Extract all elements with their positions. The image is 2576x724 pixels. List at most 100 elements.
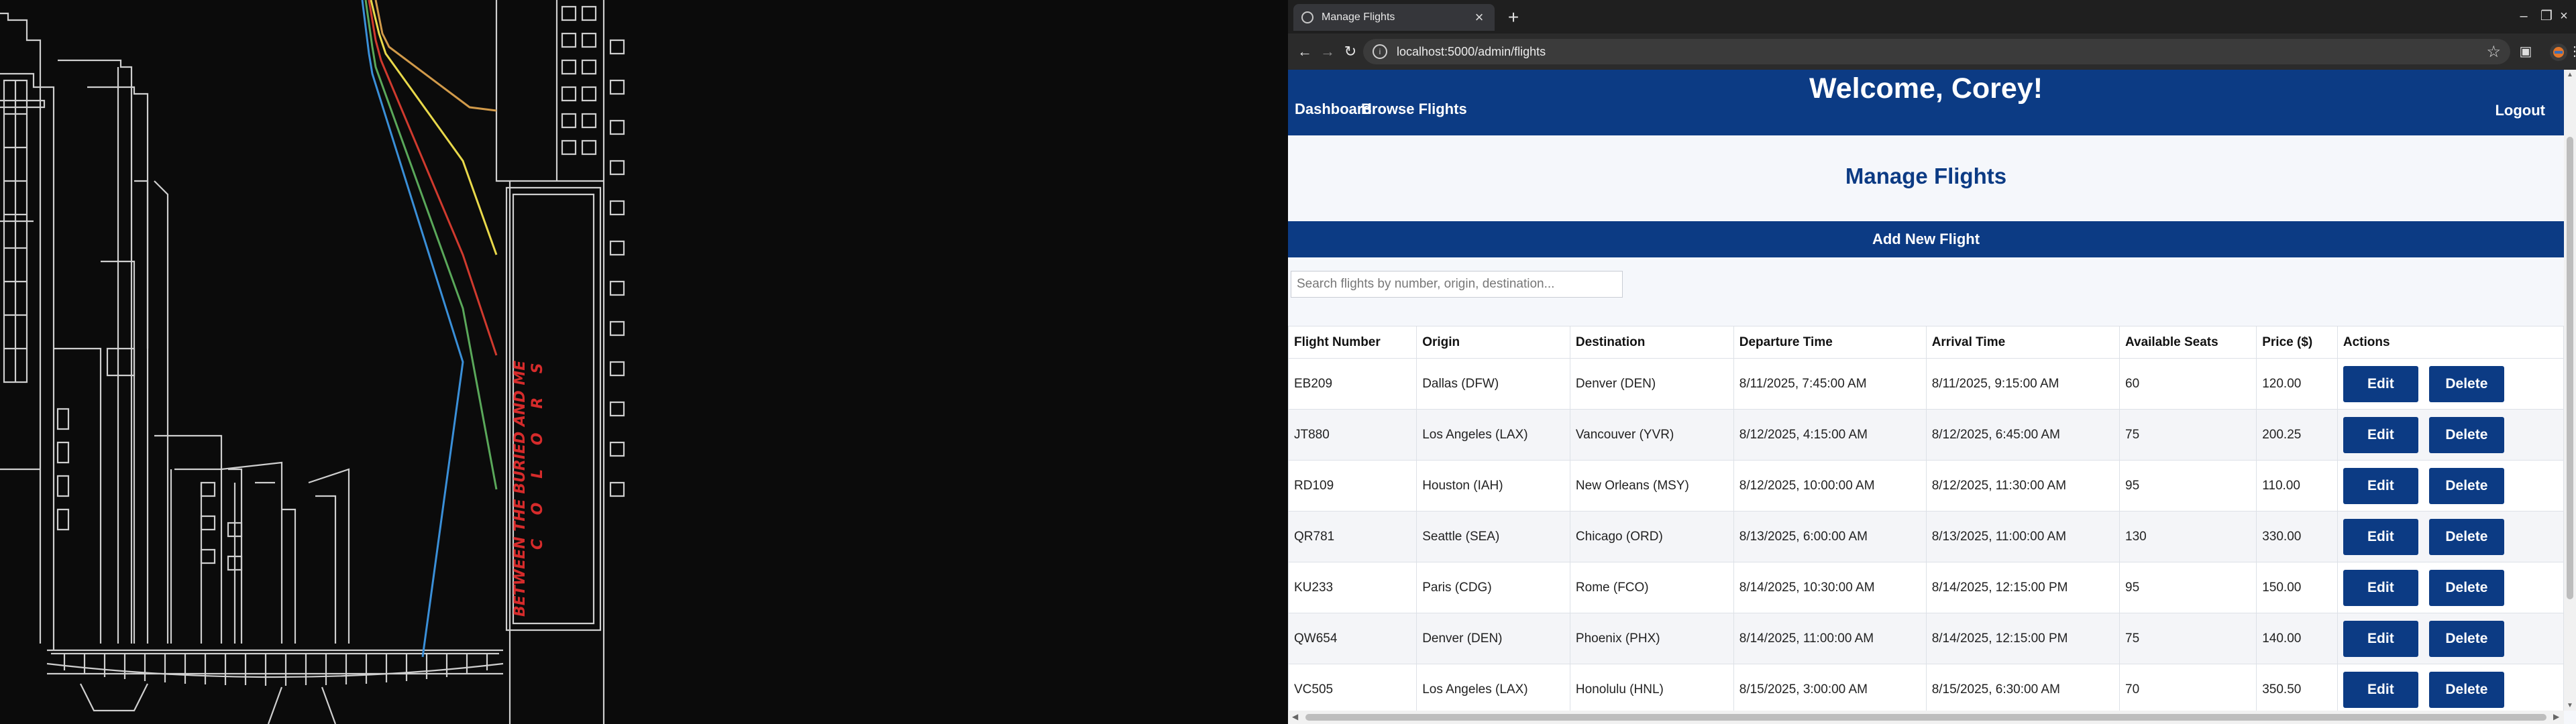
price-cell: 350.50 — [2256, 664, 2338, 711]
new-tab-button[interactable]: + — [1503, 7, 1524, 28]
price-cell: 140.00 — [2256, 613, 2338, 664]
delete-button[interactable]: Delete — [2428, 416, 2504, 453]
origin-cell: Houston (IAH) — [1416, 460, 1570, 511]
destination-cell: Chicago (ORD) — [1569, 511, 1734, 562]
scroll-down-icon[interactable]: ▼ — [2564, 702, 2576, 709]
browser-window: Manage Flights × + – ❐ × ← → ↻ i localho… — [1288, 0, 2576, 724]
scroll-up-icon[interactable]: ▲ — [2564, 71, 2576, 78]
url-text[interactable]: localhost:5000/admin/flights — [1397, 45, 2486, 59]
tab-strip: Manage Flights × + – ❐ × — [1288, 0, 2576, 34]
table-row: JT880 Los Angeles (LAX) Vancouver (YVR) … — [1288, 409, 2564, 461]
actions-cell: Edit Delete — [2337, 613, 2564, 664]
actions-cell: Edit Delete — [2337, 562, 2564, 613]
vertical-scroll-thumb[interactable] — [2567, 137, 2573, 599]
flight-search-input[interactable] — [1291, 271, 1623, 298]
reload-icon[interactable]: ↻ — [1339, 40, 1362, 63]
departure-time-cell: 8/12/2025, 10:00:00 AM — [1733, 460, 1927, 511]
edit-button[interactable]: Edit — [2343, 416, 2418, 453]
horizontal-scroll-thumb[interactable] — [1305, 714, 2546, 721]
destination-cell: New Orleans (MSY) — [1569, 460, 1734, 511]
delete-button[interactable]: Delete — [2428, 365, 2504, 402]
origin-cell: Los Angeles (LAX) — [1416, 409, 1570, 461]
available-seats-cell: 95 — [2118, 562, 2257, 613]
flight-number-cell: EB209 — [1288, 358, 1417, 410]
site-navbar: Dashboard Browse Flights Welcome, Corey!… — [1288, 70, 2564, 135]
flight-number-cell: QR781 — [1288, 511, 1417, 562]
edit-button[interactable]: Edit — [2343, 518, 2418, 555]
delete-button[interactable]: Delete — [2428, 671, 2504, 708]
departure-time-cell: 8/13/2025, 6:00:00 AM — [1733, 511, 1927, 562]
logout-link[interactable]: Logout — [2495, 102, 2545, 119]
table-row: QW654 Denver (DEN) Phoenix (PHX) 8/14/20… — [1288, 613, 2564, 664]
flight-number-cell: QW654 — [1288, 613, 1417, 664]
delete-button[interactable]: Delete — [2428, 620, 2504, 657]
horizontal-scrollbar[interactable]: ◀ ▶ — [1288, 711, 2564, 724]
column-header: Destination — [1569, 326, 1734, 359]
edit-button[interactable]: Edit — [2343, 365, 2418, 402]
back-arrow-icon[interactable]: ← — [1293, 40, 1316, 63]
page-title: Manage Flights — [1845, 164, 2007, 188]
desktop-wallpaper: BETWEEN THE BURIED AND ME C O L O R S — [0, 0, 1288, 724]
close-window-button[interactable]: × — [2551, 5, 2576, 27]
edit-button[interactable]: Edit — [2343, 467, 2418, 504]
extension-icon[interactable] — [2549, 43, 2568, 62]
column-header: Origin — [1416, 326, 1570, 359]
tab-title: Manage Flights — [1322, 11, 1395, 23]
column-header: Actions — [2337, 326, 2564, 359]
destination-cell: Rome (FCO) — [1569, 562, 1734, 613]
scroll-right-icon[interactable]: ▶ — [2553, 712, 2559, 721]
wallpaper-skyline-art: BETWEEN THE BURIED AND ME C O L O R S — [0, 0, 625, 724]
table-row: RD109 Houston (IAH) New Orleans (MSY) 8/… — [1288, 460, 2564, 511]
menu-dots-icon[interactable]: ⋮ — [2568, 42, 2576, 62]
flights-table: Flight Number Origin Destination Departu… — [1288, 326, 2564, 711]
site-info-icon[interactable]: i — [1373, 44, 1387, 59]
edit-button[interactable]: Edit — [2343, 569, 2418, 606]
delete-button[interactable]: Delete — [2428, 569, 2504, 606]
column-header: Departure Time — [1733, 326, 1927, 359]
tab-manage-flights[interactable]: Manage Flights × — [1293, 4, 1495, 31]
actions-cell: Edit Delete — [2337, 460, 2564, 511]
departure-time-cell: 8/14/2025, 10:30:00 AM — [1733, 562, 1927, 613]
arrival-time-cell: 8/14/2025, 12:15:00 PM — [1925, 613, 2121, 664]
add-new-flight-button[interactable]: Add New Flight — [1288, 221, 2564, 257]
address-bar[interactable]: i localhost:5000/admin/flights ☆ — [1363, 39, 2510, 64]
arrival-time-cell: 8/14/2025, 12:15:00 PM — [1925, 562, 2121, 613]
delete-button[interactable]: Delete — [2428, 518, 2504, 555]
available-seats-cell: 70 — [2118, 664, 2257, 711]
destination-cell: Denver (DEN) — [1569, 358, 1734, 410]
table-row: QR781 Seattle (SEA) Chicago (ORD) 8/13/2… — [1288, 511, 2564, 562]
price-cell: 150.00 — [2256, 562, 2338, 613]
arrival-time-cell: 8/12/2025, 11:30:00 AM — [1925, 460, 2121, 511]
screen: BETWEEN THE BURIED AND ME C O L O R S Ma… — [0, 0, 2576, 724]
bookmark-star-icon[interactable]: ☆ — [2486, 42, 2501, 62]
actions-cell: Edit Delete — [2337, 358, 2564, 410]
price-cell: 330.00 — [2256, 511, 2338, 562]
edit-button[interactable]: Edit — [2343, 620, 2418, 657]
scroll-left-icon[interactable]: ◀ — [1292, 712, 1298, 721]
forward-arrow-icon[interactable]: → — [1316, 40, 1339, 63]
globe-icon — [1301, 11, 1313, 23]
available-seats-cell: 75 — [2118, 613, 2257, 664]
available-seats-cell: 130 — [2118, 511, 2257, 562]
welcome-heading: Welcome, Corey! — [1809, 72, 2043, 105]
arrival-time-cell: 8/12/2025, 6:45:00 AM — [1925, 409, 2121, 461]
flight-number-cell: VC505 — [1288, 664, 1417, 711]
origin-cell: Dallas (DFW) — [1416, 358, 1570, 410]
close-tab-icon[interactable]: × — [1472, 10, 1487, 25]
edit-button[interactable]: Edit — [2343, 671, 2418, 708]
cast-icon[interactable]: ▣ — [2516, 42, 2536, 62]
origin-cell: Paris (CDG) — [1416, 562, 1570, 613]
sign-line-1: BETWEEN THE BURIED AND ME — [512, 361, 529, 617]
page-viewport: Dashboard Browse Flights Welcome, Corey!… — [1288, 70, 2564, 711]
sign-line-2: C O L O R S — [529, 353, 546, 550]
delete-button[interactable]: Delete — [2428, 467, 2504, 504]
available-seats-cell: 95 — [2118, 460, 2257, 511]
table-header-row: Flight Number Origin Destination Departu… — [1288, 326, 2564, 359]
departure-time-cell: 8/12/2025, 4:15:00 AM — [1733, 409, 1927, 461]
destination-cell: Phoenix (PHX) — [1569, 613, 1734, 664]
available-seats-cell: 75 — [2118, 409, 2257, 461]
column-header: Price ($) — [2256, 326, 2338, 359]
table-row: EB209 Dallas (DFW) Denver (DEN) 8/11/202… — [1288, 358, 2564, 410]
vertical-scrollbar[interactable]: ▲ ▼ — [2564, 70, 2576, 711]
departure-time-cell: 8/11/2025, 7:45:00 AM — [1733, 358, 1927, 410]
